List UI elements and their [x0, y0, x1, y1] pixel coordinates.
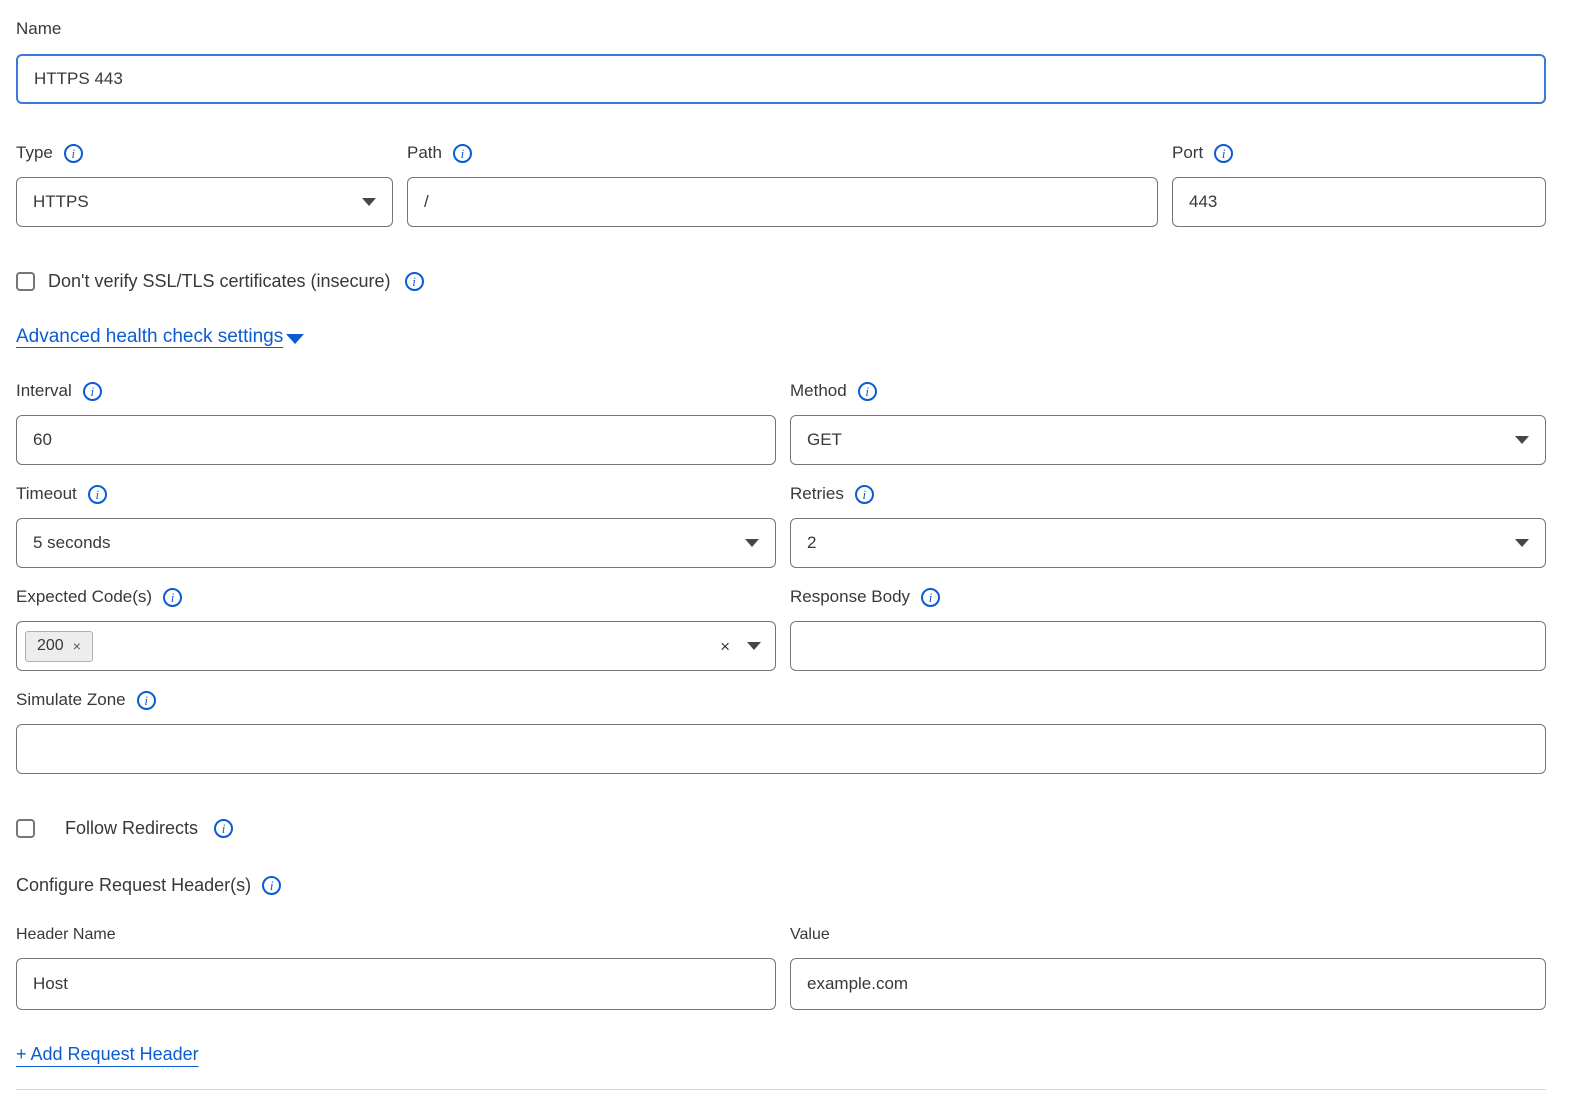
- ssl-verify-info-icon[interactable]: i: [405, 272, 424, 291]
- header-name-input[interactable]: [16, 958, 776, 1010]
- type-field: Type i HTTPS: [16, 142, 393, 227]
- header-row: Header Name Value: [16, 926, 1546, 1010]
- type-select-value: HTTPS: [33, 192, 89, 212]
- response-body-input[interactable]: [790, 621, 1546, 671]
- timeout-select-value: 5 seconds: [33, 533, 111, 553]
- follow-redirects-label: Follow Redirects: [65, 818, 198, 839]
- advanced-settings-link[interactable]: Advanced health check settings: [16, 326, 283, 348]
- ssl-verify-label: Don't verify SSL/TLS certificates (insec…: [48, 271, 391, 292]
- type-info-icon[interactable]: i: [64, 144, 83, 163]
- add-request-header-link[interactable]: + Add Request Header: [16, 1044, 199, 1064]
- type-path-port-row: Type i HTTPS Path i Port i: [16, 142, 1546, 227]
- port-label: Port: [1172, 142, 1203, 164]
- name-label: Name: [16, 18, 1546, 40]
- configure-headers-section: Configure Request Header(s) i: [16, 875, 1546, 896]
- header-value-input[interactable]: [790, 958, 1546, 1010]
- add-header-row: + Add Request Header: [16, 1044, 1546, 1065]
- method-select[interactable]: GET: [790, 415, 1546, 465]
- chevron-down-icon: [1515, 436, 1529, 444]
- timeout-select[interactable]: 5 seconds: [16, 518, 776, 568]
- type-select[interactable]: HTTPS: [16, 177, 393, 227]
- response-body-info-icon[interactable]: i: [921, 588, 940, 607]
- path-field: Path i: [407, 142, 1158, 227]
- path-input[interactable]: [407, 177, 1158, 227]
- port-field: Port i: [1172, 142, 1546, 227]
- port-info-icon[interactable]: i: [1214, 144, 1233, 163]
- code-tag: 200 ×: [25, 631, 93, 662]
- header-name-label: Header Name: [16, 926, 776, 944]
- ssl-verify-checkbox-row: Don't verify SSL/TLS certificates (insec…: [16, 271, 1546, 292]
- method-select-value: GET: [807, 430, 842, 450]
- retries-field: Retries i 2: [790, 483, 1546, 568]
- section-divider: [16, 1089, 1546, 1090]
- path-label: Path: [407, 142, 442, 164]
- type-label: Type: [16, 142, 53, 164]
- header-name-field: Header Name: [16, 926, 776, 1010]
- chevron-down-icon: [745, 539, 759, 547]
- chevron-down-icon: [362, 198, 376, 206]
- name-field: Name: [16, 18, 1546, 104]
- interval-method-row: Interval i Method i GET: [16, 380, 1546, 465]
- interval-info-icon[interactable]: i: [83, 382, 102, 401]
- port-input[interactable]: [1172, 177, 1546, 227]
- header-value-field: Value: [790, 926, 1546, 1010]
- expected-codes-label: Expected Code(s): [16, 586, 152, 608]
- retries-select[interactable]: 2: [790, 518, 1546, 568]
- triangle-down-icon[interactable]: [286, 334, 304, 344]
- ssl-verify-checkbox[interactable]: [16, 272, 35, 291]
- interval-field: Interval i: [16, 380, 776, 465]
- timeout-info-icon[interactable]: i: [88, 485, 107, 504]
- retries-select-value: 2: [807, 533, 816, 553]
- interval-label: Interval: [16, 380, 72, 402]
- timeout-field: Timeout i 5 seconds: [16, 483, 776, 568]
- health-check-form: Name Type i HTTPS Path i Port i: [0, 0, 1570, 1107]
- expected-codes-field: Expected Code(s) i 200 × ×: [16, 586, 776, 671]
- simulate-zone-field: Simulate Zone i: [16, 689, 1546, 774]
- expected-codes-multiselect[interactable]: 200 × ×: [16, 621, 776, 671]
- header-value-label: Value: [790, 926, 1546, 944]
- method-field: Method i GET: [790, 380, 1546, 465]
- timeout-label: Timeout: [16, 483, 77, 505]
- advanced-settings-row: Advanced health check settings: [16, 326, 1546, 348]
- follow-redirects-info-icon[interactable]: i: [214, 819, 233, 838]
- configure-headers-info-icon[interactable]: i: [262, 876, 281, 895]
- chevron-down-icon[interactable]: [747, 642, 761, 650]
- multiselect-controls: ×: [720, 638, 761, 655]
- simulate-zone-input[interactable]: [16, 724, 1546, 774]
- method-label: Method: [790, 380, 847, 402]
- simulate-zone-info-icon[interactable]: i: [137, 691, 156, 710]
- interval-input[interactable]: [16, 415, 776, 465]
- follow-redirects-row: Follow Redirects i: [16, 818, 1546, 839]
- response-body-field: Response Body i: [790, 586, 1546, 671]
- expected-codes-info-icon[interactable]: i: [163, 588, 182, 607]
- tag-remove-icon[interactable]: ×: [73, 639, 81, 653]
- configure-headers-label: Configure Request Header(s): [16, 875, 251, 896]
- name-input[interactable]: [16, 54, 1546, 104]
- clear-all-icon[interactable]: ×: [720, 638, 730, 655]
- follow-redirects-checkbox[interactable]: [16, 819, 35, 838]
- codes-body-row: Expected Code(s) i 200 × × Response Body…: [16, 586, 1546, 671]
- method-info-icon[interactable]: i: [858, 382, 877, 401]
- simulate-zone-label: Simulate Zone: [16, 689, 126, 711]
- timeout-retries-row: Timeout i 5 seconds Retries i 2: [16, 483, 1546, 568]
- path-info-icon[interactable]: i: [453, 144, 472, 163]
- chevron-down-icon: [1515, 539, 1529, 547]
- code-tag-value: 200: [37, 637, 64, 655]
- retries-label: Retries: [790, 483, 844, 505]
- retries-info-icon[interactable]: i: [855, 485, 874, 504]
- response-body-label: Response Body: [790, 586, 910, 608]
